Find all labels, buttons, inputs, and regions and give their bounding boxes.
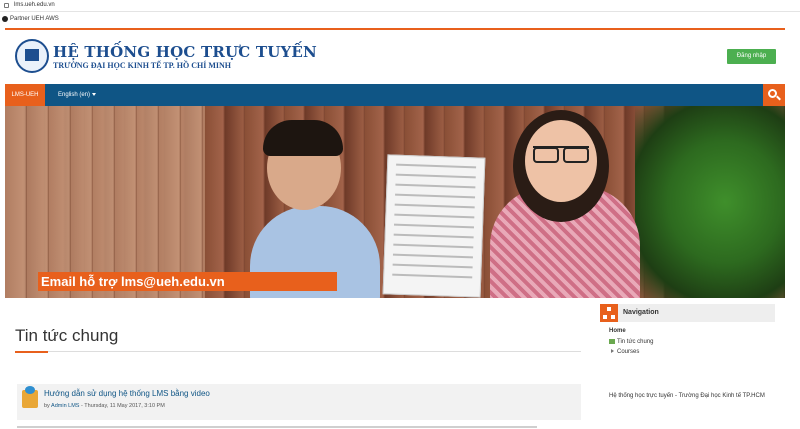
- plant-image: [635, 106, 785, 298]
- nav-block-news[interactable]: Tin tức chung: [609, 339, 653, 345]
- divider: [15, 351, 581, 352]
- navigation-block-header[interactable]: Navigation: [600, 304, 775, 322]
- login-button[interactable]: Đăng nhập: [727, 49, 776, 64]
- ueh-logo-icon[interactable]: [15, 39, 49, 73]
- hero-banner: Email hỗ trợ lms@ueh.edu.vn: [5, 106, 785, 298]
- url-text[interactable]: lms.ueh.edu.vn: [14, 2, 55, 8]
- site-header: HỆ THỐNG HỌC TRỰC TUYẾN TRƯỜNG ĐẠI HỌC K…: [5, 30, 785, 83]
- navigation-heading: Navigation: [623, 309, 659, 316]
- heading-accent: [15, 351, 48, 353]
- forum-post: Hướng dẫn sử dụng hệ thống LMS bằng vide…: [17, 384, 581, 420]
- site-subtitle: TRƯỜNG ĐẠI HỌC KINH TẾ TP. HỒ CHÍ MINH: [53, 61, 232, 70]
- post-author-link[interactable]: Admin LMS: [51, 403, 79, 409]
- post-title-link[interactable]: Hướng dẫn sử dụng hệ thống LMS bằng vide…: [44, 389, 210, 398]
- nav-home-link[interactable]: LMS-UEH: [5, 84, 45, 106]
- forum-icon: [609, 339, 615, 344]
- site-title[interactable]: HỆ THỐNG HỌC TRỰC TUYẾN: [53, 43, 317, 61]
- hero-caption: Email hỗ trợ lms@ueh.edu.vn: [38, 272, 337, 291]
- nav-block-home[interactable]: Home: [609, 328, 626, 334]
- lock-icon: [4, 3, 9, 8]
- language-label: English (en): [58, 92, 91, 98]
- language-menu[interactable]: English (en): [58, 84, 97, 106]
- bookmark-item[interactable]: Partner UEH AWS: [10, 16, 59, 22]
- bookmarks-bar: Partner UEH AWS: [0, 12, 800, 26]
- post-avatar-icon: [22, 386, 38, 408]
- footer-text: Hệ thống học trực tuyến - Trường Đại học…: [609, 393, 765, 399]
- search-button[interactable]: [763, 84, 785, 106]
- chevron-right-icon: [611, 349, 614, 354]
- news-heading: Tin tức chung: [15, 326, 119, 345]
- chevron-down-icon: [92, 92, 97, 96]
- github-icon: [2, 16, 8, 22]
- browser-address-bar[interactable]: lms.ueh.edu.vn: [0, 0, 800, 12]
- main-navbar: LMS-UEH English (en): [5, 84, 785, 106]
- post-date: - Thursday, 11 May 2017, 3:10 PM: [81, 403, 165, 409]
- glasses-shape: [533, 146, 589, 163]
- nav-block-courses[interactable]: Courses: [611, 349, 639, 355]
- sitemap-icon: [600, 304, 618, 322]
- post-meta: by Admin LMS - Thursday, 11 May 2017, 3:…: [44, 403, 165, 409]
- document-image: [382, 154, 486, 298]
